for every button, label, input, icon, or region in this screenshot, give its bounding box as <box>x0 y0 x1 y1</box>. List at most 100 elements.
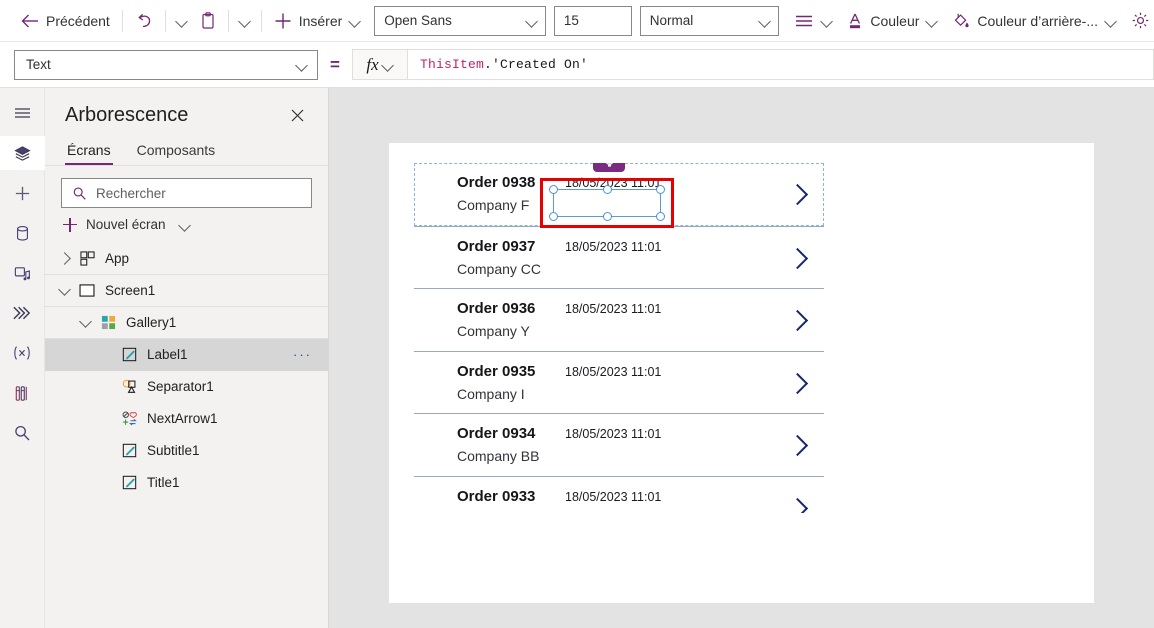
property-select[interactable]: Text <box>14 49 318 80</box>
rail-item-search[interactable] <box>0 416 45 450</box>
back-button[interactable]: Précédent <box>14 5 117 37</box>
chevron-down-icon <box>296 59 308 71</box>
fill-label: Couleur d’arrière-... <box>977 12 1099 29</box>
tree-item-title1[interactable]: Title1 <box>45 467 328 499</box>
icons-group-icon <box>117 411 141 426</box>
next-arrow-icon[interactable] <box>788 496 810 514</box>
undo-button[interactable] <box>128 5 160 37</box>
gallery-row[interactable]: Order 0938 Company F 18/05/2023 11:01 <box>414 163 824 228</box>
gallery-row[interactable]: Order 0937 Company CC 18/05/2023 11:01 <box>414 225 824 289</box>
gallery-row-subtitle: Company Y <box>457 323 530 339</box>
undo-icon <box>138 13 150 27</box>
rail-item-insert[interactable] <box>0 176 45 210</box>
gallery-row[interactable]: Order 0935 Company I 18/05/2023 11:01 <box>414 350 824 414</box>
tree-item-separator1[interactable]: Separator1 <box>45 371 328 403</box>
divider <box>227 9 229 32</box>
plus-icon <box>63 217 77 232</box>
gallery-squares-icon <box>96 315 120 330</box>
app-screen-canvas[interactable]: Order 0938 Company F 18/05/2023 11:01 Or… <box>389 143 1094 603</box>
font-weight-select[interactable]: Normal <box>639 5 780 36</box>
paste-button[interactable] <box>193 5 223 37</box>
tab-ecrans[interactable]: Écrans <box>65 138 113 165</box>
chevron-down-icon <box>759 15 771 27</box>
divider <box>164 9 166 32</box>
app-grid-icon <box>75 251 99 266</box>
gallery-control[interactable]: Order 0938 Company F 18/05/2023 11:01 Or… <box>414 163 824 513</box>
rail-item-tree-view[interactable] <box>0 136 45 170</box>
fill-color-button[interactable]: Couleur d’arrière-... <box>945 5 1124 37</box>
next-arrow-icon[interactable] <box>788 182 810 206</box>
chevron-down-icon[interactable] <box>55 282 75 296</box>
label-pencil-icon <box>117 443 141 458</box>
rail-item-power-automate[interactable] <box>0 296 45 330</box>
rail-item-menu[interactable] <box>0 96 45 130</box>
font-color-button[interactable]: Couleur <box>840 5 945 37</box>
font-family-value: Open Sans <box>384 13 452 28</box>
layers-tree-icon <box>13 145 31 161</box>
chevron-down-icon <box>821 15 833 27</box>
close-icon[interactable] <box>284 102 310 128</box>
tree-item-label: Label1 <box>147 347 188 362</box>
resize-handle-br[interactable] <box>656 212 665 221</box>
resize-handle-bl[interactable] <box>549 212 558 221</box>
rail-item-advanced-tools[interactable] <box>0 376 45 410</box>
tools-flask-icon <box>15 385 27 401</box>
tree-item-label: Screen1 <box>105 283 156 298</box>
gallery-row-title: Order 0933 <box>457 487 536 505</box>
resize-handle-tl[interactable] <box>549 185 558 194</box>
tree-item-nextarrow1[interactable]: NextArrow1 <box>45 403 328 435</box>
gallery-row-date: 18/05/2023 11:01 <box>565 239 662 254</box>
next-arrow-icon[interactable] <box>788 371 810 395</box>
chevron-right-icon[interactable] <box>55 252 75 265</box>
gallery-row[interactable]: Order 0933 18/05/2023 11:01 <box>414 475 824 514</box>
font-family-select[interactable]: Open Sans <box>374 5 546 36</box>
settings-button[interactable] <box>1124 5 1154 37</box>
tree-item-overflow-menu[interactable]: ··· <box>293 347 312 362</box>
new-screen-button[interactable]: Nouvel écran <box>45 208 328 241</box>
left-icon-rail <box>0 88 45 628</box>
resize-handle-bc[interactable] <box>603 212 612 221</box>
fx-button[interactable]: fx <box>352 49 408 80</box>
next-arrow-icon[interactable] <box>788 308 810 332</box>
insert-label: Insérer <box>298 12 343 29</box>
hamburger-menu-icon <box>14 108 30 118</box>
gallery-row-title: Order 0934 <box>457 425 536 442</box>
undo-dropdown[interactable] <box>171 5 193 37</box>
formula-input[interactable]: ThisItem. 'Created On' <box>408 49 1154 80</box>
search-magnifier-icon <box>15 425 30 441</box>
tab-composants[interactable]: Composants <box>135 138 218 165</box>
gallery-row-subtitle: Company BB <box>457 448 540 464</box>
tree-item-screen1[interactable]: Screen1 <box>45 275 328 307</box>
gallery-row[interactable]: Order 0934 Company BB 18/05/2023 11:01 <box>414 413 824 476</box>
paste-dropdown[interactable] <box>234 5 256 37</box>
canvas-area[interactable]: Order 0938 Company F 18/05/2023 11:01 Or… <box>329 88 1154 628</box>
tree-item-gallery1[interactable]: Gallery1 <box>45 307 328 339</box>
database-cylinder-icon <box>16 225 28 241</box>
gallery-row-subtitle: Company CC <box>457 260 542 277</box>
chevron-down-icon[interactable] <box>76 314 96 328</box>
label1-selection-box <box>549 185 665 221</box>
formula-token-field: 'Created On' <box>492 57 589 72</box>
gallery-row-title: Order 0938 <box>457 174 536 191</box>
next-arrow-icon[interactable] <box>788 246 810 270</box>
search-box[interactable] <box>61 178 312 208</box>
selected-control-badge[interactable] <box>593 163 625 172</box>
font-size-input[interactable]: 15 <box>553 5 632 36</box>
gallery-row-title: Order 0937 <box>457 237 536 255</box>
tree-item-label1[interactable]: Label1 ··· <box>45 339 328 371</box>
rail-item-media[interactable] <box>0 256 45 290</box>
label-pencil-icon <box>117 347 141 362</box>
gallery-row[interactable]: Order 0936 Company Y 18/05/2023 11:01 <box>414 288 824 351</box>
rail-item-variables[interactable] <box>0 336 45 370</box>
insert-button[interactable]: Insérer <box>267 5 369 37</box>
text-align-button[interactable] <box>787 5 840 37</box>
clipboard-icon <box>202 11 214 29</box>
rail-item-data[interactable] <box>0 216 45 250</box>
tree-item-app[interactable]: App <box>45 243 328 275</box>
chevron-down-icon <box>926 15 938 27</box>
tree-item-subtitle1[interactable]: Subtitle1 <box>45 435 328 467</box>
chevron-down-icon <box>382 59 394 71</box>
next-arrow-icon[interactable] <box>788 433 810 457</box>
gear-icon <box>1132 12 1149 29</box>
search-input[interactable] <box>96 185 311 201</box>
